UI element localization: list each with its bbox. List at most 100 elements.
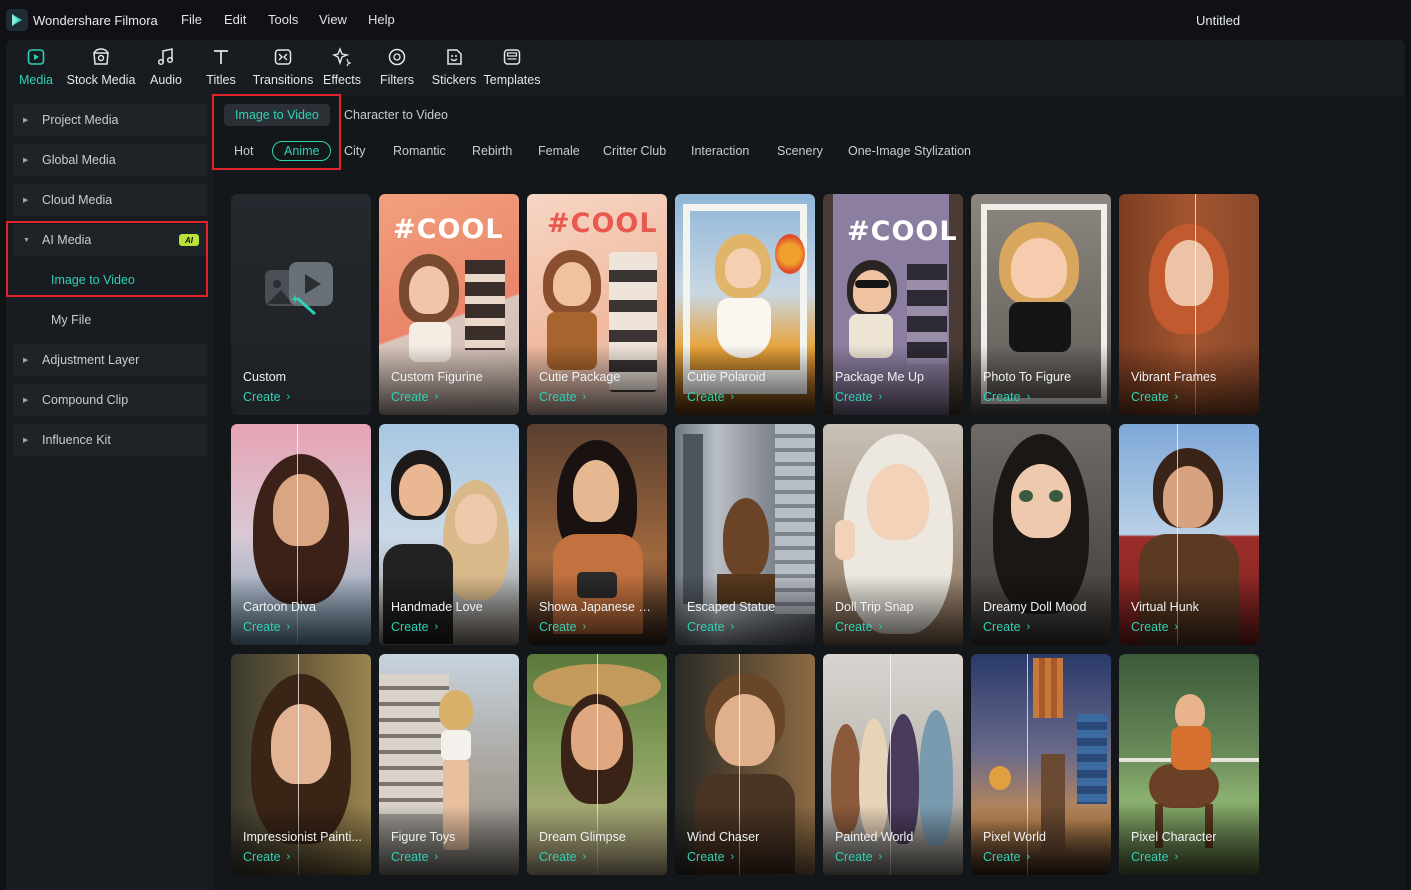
sidebar-item-compound-clip[interactable]: ▶ Compound Clip [13,384,207,416]
caret-right-icon: ▶ [23,157,29,164]
effects-sparkle-icon [331,46,353,68]
template-card[interactable]: #COOL Custom Figurine Create › [379,194,519,415]
tool-stickers[interactable]: Stickers [432,46,476,94]
menu-file[interactable]: File [181,12,202,27]
create-link[interactable]: Create › [687,850,734,864]
menu-tools[interactable]: Tools [268,12,298,27]
sidebar-item-adjustment-layer[interactable]: ▶ Adjustment Layer [13,344,207,376]
create-link[interactable]: Create › [1131,620,1178,634]
text-t-icon [210,46,232,68]
category-interaction[interactable]: Interaction [680,140,760,162]
template-name: Pixel Character [1131,830,1217,844]
template-card[interactable]: Vibrant Frames Create › [1119,194,1259,415]
category-city[interactable]: City [333,140,377,162]
chevron-right-icon: › [878,621,883,633]
template-card[interactable]: Cutie Polaroid Create › [675,194,815,415]
template-name: Dream Glimpse [539,830,626,844]
category-rebirth[interactable]: Rebirth [461,140,523,162]
template-card[interactable]: Handmade Love Create › [379,424,519,645]
template-card[interactable]: Photo To Figure Create › [971,194,1111,415]
template-card[interactable]: Virtual Hunk Create › [1119,424,1259,645]
chevron-right-icon: › [286,391,291,403]
create-link[interactable]: Create › [243,390,290,404]
tool-filters[interactable]: Filters [380,46,414,94]
template-name: Package Me Up [835,370,924,384]
create-link[interactable]: Create › [687,620,734,634]
create-link[interactable]: Create › [835,390,882,404]
category-critter-club[interactable]: Critter Club [592,140,677,162]
template-card[interactable]: Doll Trip Snap Create › [823,424,963,645]
tool-media[interactable]: Media [18,46,54,94]
template-card[interactable]: #COOL Package Me Up Create › [823,194,963,415]
menu-view[interactable]: View [319,12,347,27]
tool-stock-media[interactable]: Stock Media [67,46,135,94]
create-link[interactable]: Create › [391,850,438,864]
template-name: Wind Chaser [687,830,760,844]
create-link[interactable]: Create › [1131,390,1178,404]
create-link[interactable]: Create › [539,620,586,634]
chevron-right-icon: › [1174,391,1179,403]
tool-transitions[interactable]: Transitions [253,46,313,94]
create-link[interactable]: Create › [243,850,290,864]
template-name: Figure Toys [391,830,456,844]
sidebar-item-project-media[interactable]: ▶ Project Media [13,104,207,136]
sidebar-item-ai-media[interactable]: ▼ AI Media AI [13,224,207,256]
template-card[interactable]: Painted World Create › [823,654,963,875]
tab-character-to-video[interactable]: Character to Video [333,104,459,126]
sidebar-sub-image-to-video[interactable]: Image to Video [51,273,135,287]
template-card[interactable]: Showa Japanese Co... Create › [527,424,667,645]
create-link[interactable]: Create › [983,850,1030,864]
menu-help[interactable]: Help [368,12,395,27]
create-link[interactable]: Create › [687,390,734,404]
create-link[interactable]: Create › [243,620,290,634]
sidebar-item-cloud-media[interactable]: ▶ Cloud Media [13,184,207,216]
template-name: Cutie Package [539,370,621,384]
stock-media-icon [90,46,112,68]
chevron-right-icon: › [1026,621,1031,633]
template-name: Showa Japanese Co... [539,600,659,614]
menu-edit[interactable]: Edit [224,12,246,27]
create-link[interactable]: Create › [539,850,586,864]
chevron-right-icon: › [730,621,735,633]
template-card[interactable]: Dream Glimpse Create › [527,654,667,875]
template-card[interactable]: #COOL Cutie Package Create › [527,194,667,415]
template-card[interactable]: Escaped Statue Create › [675,424,815,645]
template-name: Photo To Figure [983,370,1072,384]
template-card[interactable]: Pixel Character Create › [1119,654,1259,875]
custom-image-video-icon [263,260,335,316]
create-link[interactable]: Create › [1131,850,1178,864]
category-one-image-stylization[interactable]: One-Image Stylization [837,140,982,162]
category-hot[interactable]: Hot [223,140,264,162]
category-romantic[interactable]: Romantic [382,140,457,162]
create-link[interactable]: Create › [983,390,1030,404]
chevron-right-icon: › [286,621,291,633]
sidebar-item-global-media[interactable]: ▶ Global Media [13,144,207,176]
category-scenery[interactable]: Scenery [766,140,834,162]
tool-audio[interactable]: Audio [148,46,184,94]
category-female[interactable]: Female [527,140,591,162]
template-card[interactable]: Custom Create › [231,194,371,415]
tool-templates[interactable]: Templates [484,46,541,94]
create-link[interactable]: Create › [391,620,438,634]
tool-effects[interactable]: Effects [323,46,361,94]
sidebar-sub-my-file[interactable]: My File [51,313,91,327]
template-card[interactable]: Wind Chaser Create › [675,654,815,875]
tab-image-to-video[interactable]: Image to Video [224,104,330,126]
create-link[interactable]: Create › [539,390,586,404]
template-card[interactable]: Dreamy Doll Mood Create › [971,424,1111,645]
tool-titles[interactable]: Titles [205,46,237,94]
template-card[interactable]: Figure Toys Create › [379,654,519,875]
create-link[interactable]: Create › [983,620,1030,634]
chevron-right-icon: › [1174,851,1179,863]
template-card[interactable]: Impressionist Painti... Create › [231,654,371,875]
category-anime[interactable]: Anime [272,141,332,161]
sidebar-item-influence-kit[interactable]: ▶ Influence Kit [13,424,207,456]
app-name: Wondershare Filmora [33,13,158,28]
caret-right-icon: ▶ [23,397,29,404]
template-card[interactable]: Pixel World Create › [971,654,1111,875]
create-link[interactable]: Create › [835,620,882,634]
template-card[interactable]: Cartoon Diva Create › [231,424,371,645]
create-link[interactable]: Create › [835,850,882,864]
chevron-right-icon: › [1026,851,1031,863]
create-link[interactable]: Create › [391,390,438,404]
